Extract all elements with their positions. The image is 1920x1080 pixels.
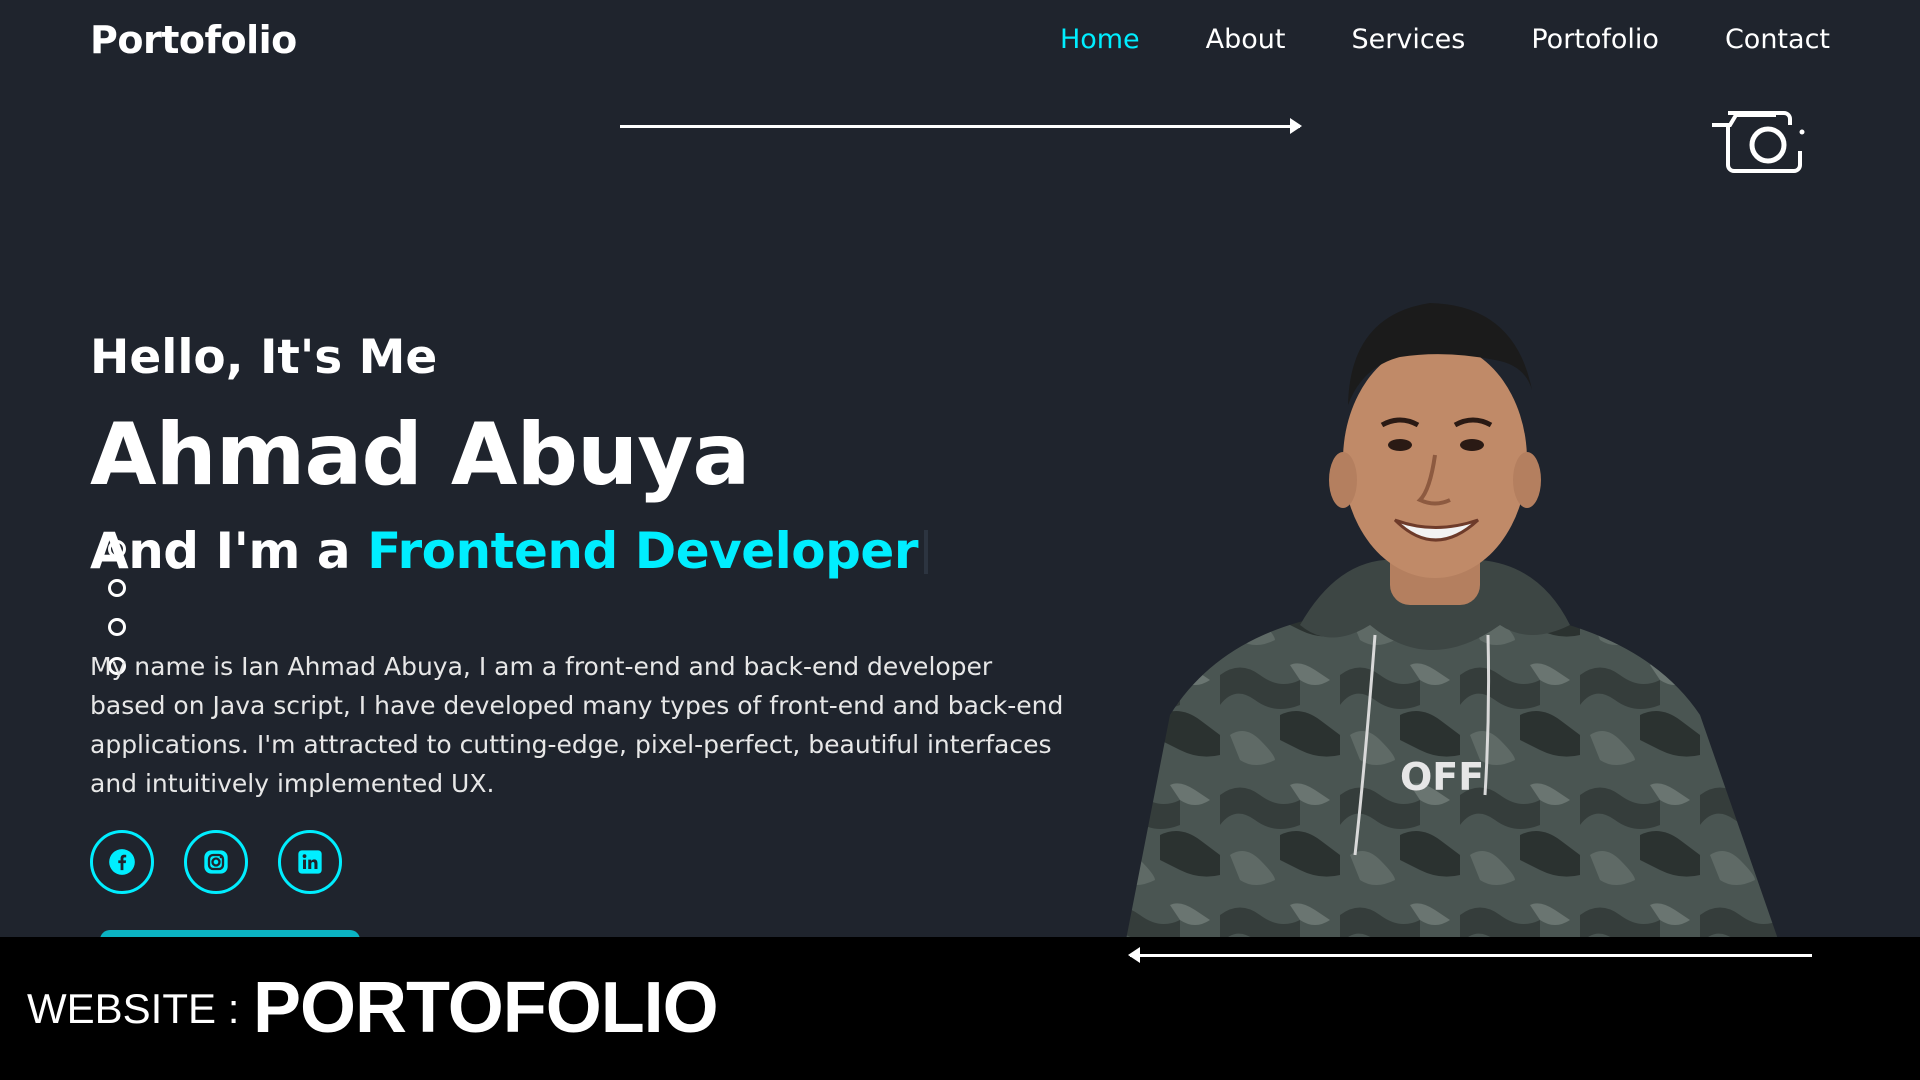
nav-contact[interactable]: Contact <box>1725 24 1830 55</box>
dot-indicator[interactable] <box>108 579 126 597</box>
linkedin-icon <box>298 850 322 874</box>
hero-role: And I'm a Frontend Developer <box>90 522 928 580</box>
social-links <box>90 830 372 894</box>
banner-title: PORTOFOLIO <box>253 968 719 1048</box>
site-logo[interactable]: Portofolio <box>90 18 297 62</box>
dot-indicator[interactable] <box>108 540 126 558</box>
main-nav: Home About Services Portofolio Contact <box>994 24 1830 55</box>
bottom-banner: WEBSITE : PORTOFOLIO <box>0 937 1920 1080</box>
facebook-link[interactable] <box>90 830 154 894</box>
camera-icon <box>1712 111 1805 173</box>
instagram-icon <box>204 850 228 874</box>
typing-caret <box>924 530 928 574</box>
linkedin-link[interactable] <box>278 830 342 894</box>
nav-portofolio[interactable]: Portofolio <box>1531 24 1659 55</box>
nav-services[interactable]: Services <box>1352 24 1466 55</box>
facebook-icon <box>109 849 135 875</box>
hero-bio: My name is Ian Ahmad Abuya, I am a front… <box>90 652 1064 798</box>
right-arrow-icon <box>620 118 1302 134</box>
left-arrow-icon <box>1128 947 1812 963</box>
nav-home[interactable]: Home <box>1060 24 1140 55</box>
dot-indicator[interactable] <box>108 618 126 636</box>
banner-label: WEBSITE : <box>27 985 240 1032</box>
hero-greeting: Hello, It's Me <box>90 330 438 385</box>
role-prefix: And I'm a <box>90 522 368 580</box>
page: Portofolio Home About Services Portofoli… <box>0 0 1920 1080</box>
svg-text:OFF: OFF <box>1400 755 1484 799</box>
role-highlight: Frontend Developer <box>367 522 918 580</box>
profile-photo: OFF <box>1125 303 1780 945</box>
instagram-link[interactable] <box>184 830 248 894</box>
nav-about[interactable]: About <box>1206 24 1286 55</box>
hero-name: Ahmad Abuya <box>90 405 750 505</box>
